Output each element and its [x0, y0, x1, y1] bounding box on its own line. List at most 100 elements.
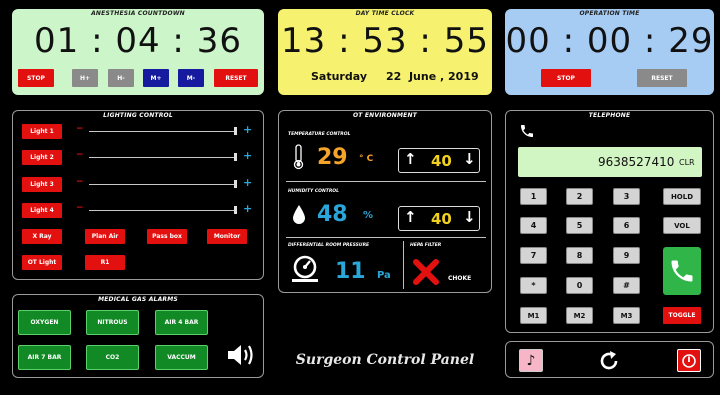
- light-4-slider-track[interactable]: [89, 210, 237, 211]
- divider: [403, 241, 404, 289]
- gauge-icon: [292, 255, 318, 282]
- monitor-button[interactable]: Monitor: [207, 229, 247, 244]
- light-4-slider-handle[interactable]: [234, 206, 237, 214]
- r1-button[interactable]: R1: [85, 255, 125, 270]
- key-3[interactable]: 3: [613, 188, 640, 205]
- cross-icon: [413, 259, 439, 285]
- light-3-plus-icon[interactable]: +: [243, 176, 252, 189]
- thermometer-icon: [293, 144, 304, 170]
- ot-environment-panel: OT ENVIRONMENT TEMPERATURE CONTROL 29 ° …: [278, 110, 492, 293]
- humidity-setpoint: 40: [431, 210, 452, 228]
- key-1[interactable]: 1: [520, 188, 547, 205]
- vaccum-alarm: VACCUM: [155, 345, 208, 370]
- operation-stop-button[interactable]: STOP: [541, 69, 591, 87]
- humidity-label: HUMIDITY CONTROL: [288, 189, 339, 194]
- humidity-down-icon[interactable]: ↓: [463, 208, 476, 226]
- key-hash[interactable]: #: [613, 277, 640, 294]
- light-4-button[interactable]: Light 4: [22, 203, 62, 218]
- refresh-icon[interactable]: [597, 349, 621, 373]
- app-title: Surgeon Control Panel: [295, 352, 475, 368]
- hour-plus-button[interactable]: H+: [72, 69, 98, 87]
- key-6[interactable]: 6: [613, 217, 640, 234]
- temperature-value: 29: [317, 145, 348, 170]
- temperature-label: TEMPERATURE CONTROL: [288, 132, 351, 137]
- operation-time-panel: OPERATION TIME 00 : 00 : 29 STOP RESET: [505, 9, 714, 95]
- daytime-title: DAY TIME CLOCK: [355, 10, 415, 17]
- light-1-slider-track[interactable]: [89, 131, 237, 132]
- music-button[interactable]: ♪: [519, 349, 543, 372]
- phone-icon: [521, 125, 533, 137]
- memory-2-button[interactable]: M2: [566, 307, 593, 324]
- environment-title: OT ENVIRONMENT: [352, 112, 417, 119]
- temperature-down-icon[interactable]: ↓: [463, 150, 476, 168]
- power-button[interactable]: [677, 349, 701, 372]
- daytime-time: 13 : 53 : 55: [281, 21, 489, 61]
- phone-icon: [671, 260, 693, 282]
- key-star[interactable]: *: [520, 277, 547, 294]
- hepa-filter-label: HEPA FILTER: [410, 243, 442, 248]
- hold-button[interactable]: HOLD: [663, 188, 701, 205]
- lighting-control-panel: LIGHTING CONTROL Light 1 − + Light 2 − +…: [12, 110, 264, 280]
- volume-button[interactable]: VOL: [663, 217, 701, 234]
- anesthesia-reset-button[interactable]: RESET: [214, 69, 258, 87]
- minute-plus-button[interactable]: M+: [143, 69, 169, 87]
- daytime-weekday: Saturday: [311, 70, 367, 83]
- memory-1-button[interactable]: M1: [520, 307, 547, 324]
- xray-button[interactable]: X Ray: [22, 229, 62, 244]
- operation-reset-button[interactable]: RESET: [637, 69, 687, 87]
- key-0[interactable]: 0: [566, 277, 593, 294]
- light-2-plus-icon[interactable]: +: [243, 149, 252, 162]
- gas-title: MEDICAL GAS ALARMS: [98, 296, 178, 303]
- temperature-unit: ° C: [359, 154, 374, 164]
- light-2-minus-icon[interactable]: −: [76, 150, 84, 160]
- pressure-unit: Pa: [377, 270, 391, 281]
- system-toolbar: ♪: [505, 341, 714, 378]
- light-4-minus-icon[interactable]: −: [76, 203, 84, 213]
- light-1-slider-handle[interactable]: [234, 127, 237, 135]
- memory-3-button[interactable]: M3: [613, 307, 640, 324]
- light-3-minus-icon[interactable]: −: [76, 177, 84, 187]
- ot-light-button[interactable]: OT Light: [22, 255, 62, 270]
- oxygen-alarm: OXYGEN: [18, 310, 71, 335]
- key-9[interactable]: 9: [613, 247, 640, 264]
- day-time-clock-panel: DAY TIME CLOCK 13 : 53 : 55 Saturday 22 …: [278, 9, 492, 95]
- key-8[interactable]: 8: [566, 247, 593, 264]
- light-4-plus-icon[interactable]: +: [243, 202, 252, 215]
- operation-time: 00 : 00 : 29: [505, 21, 714, 61]
- light-2-button[interactable]: Light 2: [22, 150, 62, 165]
- toggle-button[interactable]: TOGGLE: [663, 307, 701, 324]
- light-1-minus-icon[interactable]: −: [76, 124, 84, 134]
- air-4-bar-alarm: AIR 4 BAR: [155, 310, 208, 335]
- temperature-setpoint: 40: [431, 152, 452, 170]
- pass-box-button[interactable]: Pass box: [147, 229, 187, 244]
- light-3-slider-handle[interactable]: [234, 180, 237, 188]
- light-3-button[interactable]: Light 3: [22, 177, 62, 192]
- light-3-slider-track[interactable]: [89, 184, 237, 185]
- plan-air-button[interactable]: Plan Air: [85, 229, 125, 244]
- key-2[interactable]: 2: [566, 188, 593, 205]
- anesthesia-stop-button[interactable]: STOP: [18, 69, 54, 87]
- air-7-bar-alarm: AIR 7 BAR: [18, 345, 71, 370]
- pressure-value: 11: [335, 259, 366, 284]
- humidity-value: 48: [317, 202, 348, 227]
- temperature-up-icon[interactable]: ↑: [404, 150, 417, 168]
- speaker-icon[interactable]: [226, 342, 256, 368]
- minute-minus-button[interactable]: M-: [178, 69, 204, 87]
- light-1-plus-icon[interactable]: +: [243, 123, 252, 136]
- light-2-slider-handle[interactable]: [234, 153, 237, 161]
- humidity-unit: %: [363, 210, 374, 221]
- key-4[interactable]: 4: [520, 217, 547, 234]
- nitrous-alarm: NITROUS: [86, 310, 139, 335]
- key-5[interactable]: 5: [566, 217, 593, 234]
- divider: [286, 181, 486, 182]
- light-1-button[interactable]: Light 1: [22, 124, 62, 139]
- light-2-slider-track[interactable]: [89, 157, 237, 158]
- call-button[interactable]: [663, 247, 701, 295]
- clear-button[interactable]: CLR: [679, 158, 695, 167]
- humidity-up-icon[interactable]: ↑: [404, 208, 417, 226]
- key-7[interactable]: 7: [520, 247, 547, 264]
- hour-minus-button[interactable]: H-: [108, 69, 134, 87]
- phone-number: 9638527410: [598, 155, 675, 169]
- hepa-status: CHOKE: [448, 275, 472, 282]
- pressure-label: DIFFERENTIAL ROOM PRESSURE: [288, 243, 370, 248]
